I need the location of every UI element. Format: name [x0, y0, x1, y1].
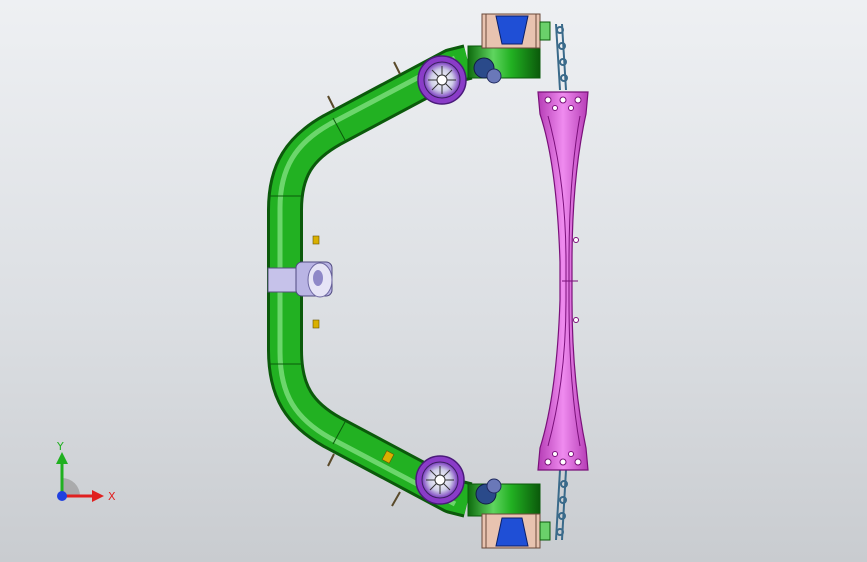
model-assembly[interactable]	[0, 0, 867, 562]
lower-link-chain[interactable]	[555, 469, 568, 541]
z-axis-dot	[57, 491, 67, 501]
x-axis-arrow	[92, 490, 104, 502]
center-bushing-bore	[313, 270, 323, 286]
lower-adjuster-cap	[486, 478, 502, 494]
y-axis-label: Y	[56, 440, 64, 453]
sensor-pin	[327, 453, 335, 467]
sensor-pin	[327, 95, 335, 109]
x-axis-label: X	[108, 490, 116, 503]
upper-adjuster-cap	[486, 68, 502, 84]
upper-clamp-bracket[interactable]	[481, 13, 551, 49]
y-axis-arrow	[56, 452, 68, 464]
graphics-viewport[interactable]: Y X	[0, 0, 867, 562]
lower-hub-center	[434, 474, 446, 486]
lower-clamp-bracket[interactable]	[481, 513, 551, 549]
weld-tab	[312, 235, 320, 245]
weld-tab	[312, 319, 320, 329]
sensor-pin	[391, 491, 401, 507]
sensor-pin	[393, 61, 401, 75]
upper-hub-center	[436, 74, 448, 86]
upper-link-chain[interactable]	[555, 23, 568, 91]
reference-triad: Y X	[44, 440, 124, 510]
